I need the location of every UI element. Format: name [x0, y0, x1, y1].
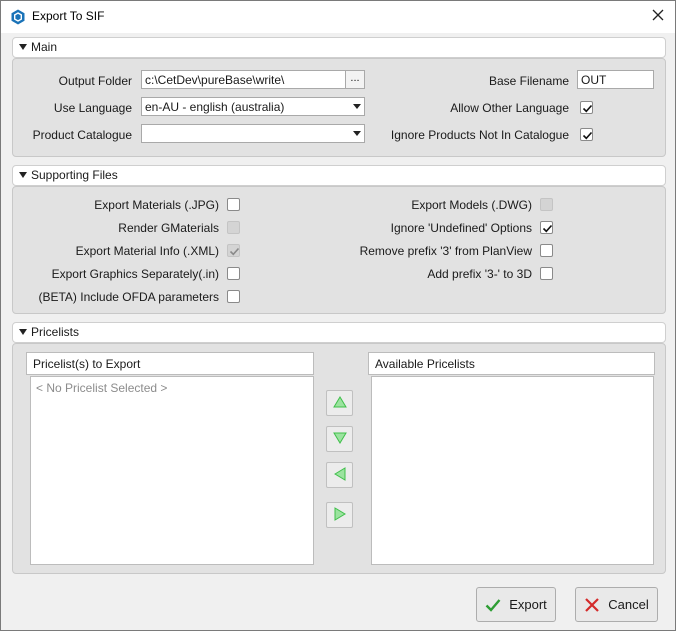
export-button-label: Export [509, 597, 547, 612]
export-button[interactable]: Export [476, 587, 556, 622]
ignore-products-checkbox[interactable] [580, 128, 593, 141]
pricelists-section-title: Pricelists [31, 325, 80, 339]
app-hexagon-icon [10, 9, 26, 25]
export-to-sif-dialog: Export To SIF Main Output Folder c:\CetD… [0, 0, 676, 631]
base-filename-label: Base Filename [488, 74, 569, 88]
output-folder-input[interactable]: c:\CetDev\pureBase\write\ [141, 70, 346, 89]
pricelists-section-header[interactable]: Pricelists [12, 322, 666, 343]
product-catalogue-label: Product Catalogue [32, 128, 132, 142]
cancel-x-icon [584, 597, 600, 613]
pricelists-section-body: Pricelist(s) to Export < No Pricelist Se… [12, 343, 666, 574]
arrow-down-icon [332, 432, 347, 447]
pricelists-to-export-list[interactable]: < No Pricelist Selected > [30, 376, 314, 565]
use-language-select[interactable]: en-AU - english (australia) [141, 97, 365, 116]
allow-other-language-checkbox[interactable] [580, 101, 593, 114]
include-ofda-label: (BETA) Include OFDA parameters [38, 290, 219, 304]
move-right-button[interactable] [326, 502, 353, 528]
main-section-header[interactable]: Main [12, 37, 666, 58]
use-language-value: en-AU - english (australia) [145, 100, 285, 114]
export-models-checkbox[interactable] [540, 198, 553, 211]
window-title: Export To SIF [32, 9, 105, 23]
include-ofda-checkbox[interactable] [227, 290, 240, 303]
export-material-info-label: Export Material Info (.XML) [75, 244, 219, 258]
chevron-down-icon [353, 131, 361, 136]
product-catalogue-select[interactable] [141, 124, 365, 143]
supporting-files-section-title: Supporting Files [31, 168, 118, 182]
remove-prefix-checkbox[interactable] [540, 244, 553, 257]
close-icon [652, 9, 664, 24]
cancel-button-label: Cancel [608, 597, 649, 612]
allow-other-language-label: Allow Other Language [450, 101, 569, 115]
render-gmaterials-checkbox[interactable] [227, 221, 240, 234]
export-material-info-checkbox[interactable] [227, 244, 240, 257]
dialog-content: Main Output Folder c:\CetDev\pureBase\wr… [1, 33, 675, 630]
available-pricelists-list[interactable] [371, 376, 654, 565]
use-language-label: Use Language [53, 101, 132, 115]
export-graphics-separately-checkbox[interactable] [227, 267, 240, 280]
add-prefix-label: Add prefix '3-' to 3D [427, 267, 532, 281]
move-left-button[interactable] [326, 462, 353, 488]
ignore-undefined-options-checkbox[interactable] [540, 221, 553, 234]
collapse-triangle-icon [19, 44, 27, 50]
output-folder-label: Output Folder [58, 74, 132, 88]
checkmark-icon [485, 598, 501, 612]
ignore-products-label: Ignore Products Not In Catalogue [390, 128, 569, 142]
base-filename-input[interactable]: OUT [577, 70, 654, 89]
cancel-button[interactable]: Cancel [575, 587, 658, 622]
render-gmaterials-label: Render GMaterials [118, 221, 219, 235]
close-button[interactable] [641, 1, 675, 31]
arrow-up-icon [332, 395, 347, 411]
main-section-body: Output Folder c:\CetDev\pureBase\write\ … [12, 58, 666, 157]
move-down-button[interactable] [326, 426, 353, 452]
ignore-undefined-options-label: Ignore 'Undefined' Options [390, 221, 532, 235]
arrow-right-icon [334, 506, 346, 524]
title-bar: Export To SIF [1, 1, 675, 33]
move-up-button[interactable] [326, 390, 353, 416]
pricelists-to-export-header: Pricelist(s) to Export [26, 352, 314, 375]
remove-prefix-label: Remove prefix '3' from PlanView [359, 244, 532, 258]
supporting-files-section-body: Export Materials (.JPG) Render GMaterial… [12, 186, 666, 314]
no-pricelist-placeholder: < No Pricelist Selected > [36, 381, 168, 395]
collapse-triangle-icon [19, 172, 27, 178]
arrow-left-icon [333, 466, 346, 484]
browse-folder-button[interactable]: ... [345, 70, 365, 89]
chevron-down-icon [353, 104, 361, 109]
export-models-label: Export Models (.DWG) [411, 198, 532, 212]
export-graphics-separately-label: Export Graphics Separately(.in) [51, 267, 219, 281]
collapse-triangle-icon [19, 329, 27, 335]
export-materials-label: Export Materials (.JPG) [94, 198, 219, 212]
add-prefix-checkbox[interactable] [540, 267, 553, 280]
export-materials-checkbox[interactable] [227, 198, 240, 211]
main-section-title: Main [31, 40, 58, 54]
supporting-files-section-header[interactable]: Supporting Files [12, 165, 666, 186]
available-pricelists-header: Available Pricelists [368, 352, 655, 375]
